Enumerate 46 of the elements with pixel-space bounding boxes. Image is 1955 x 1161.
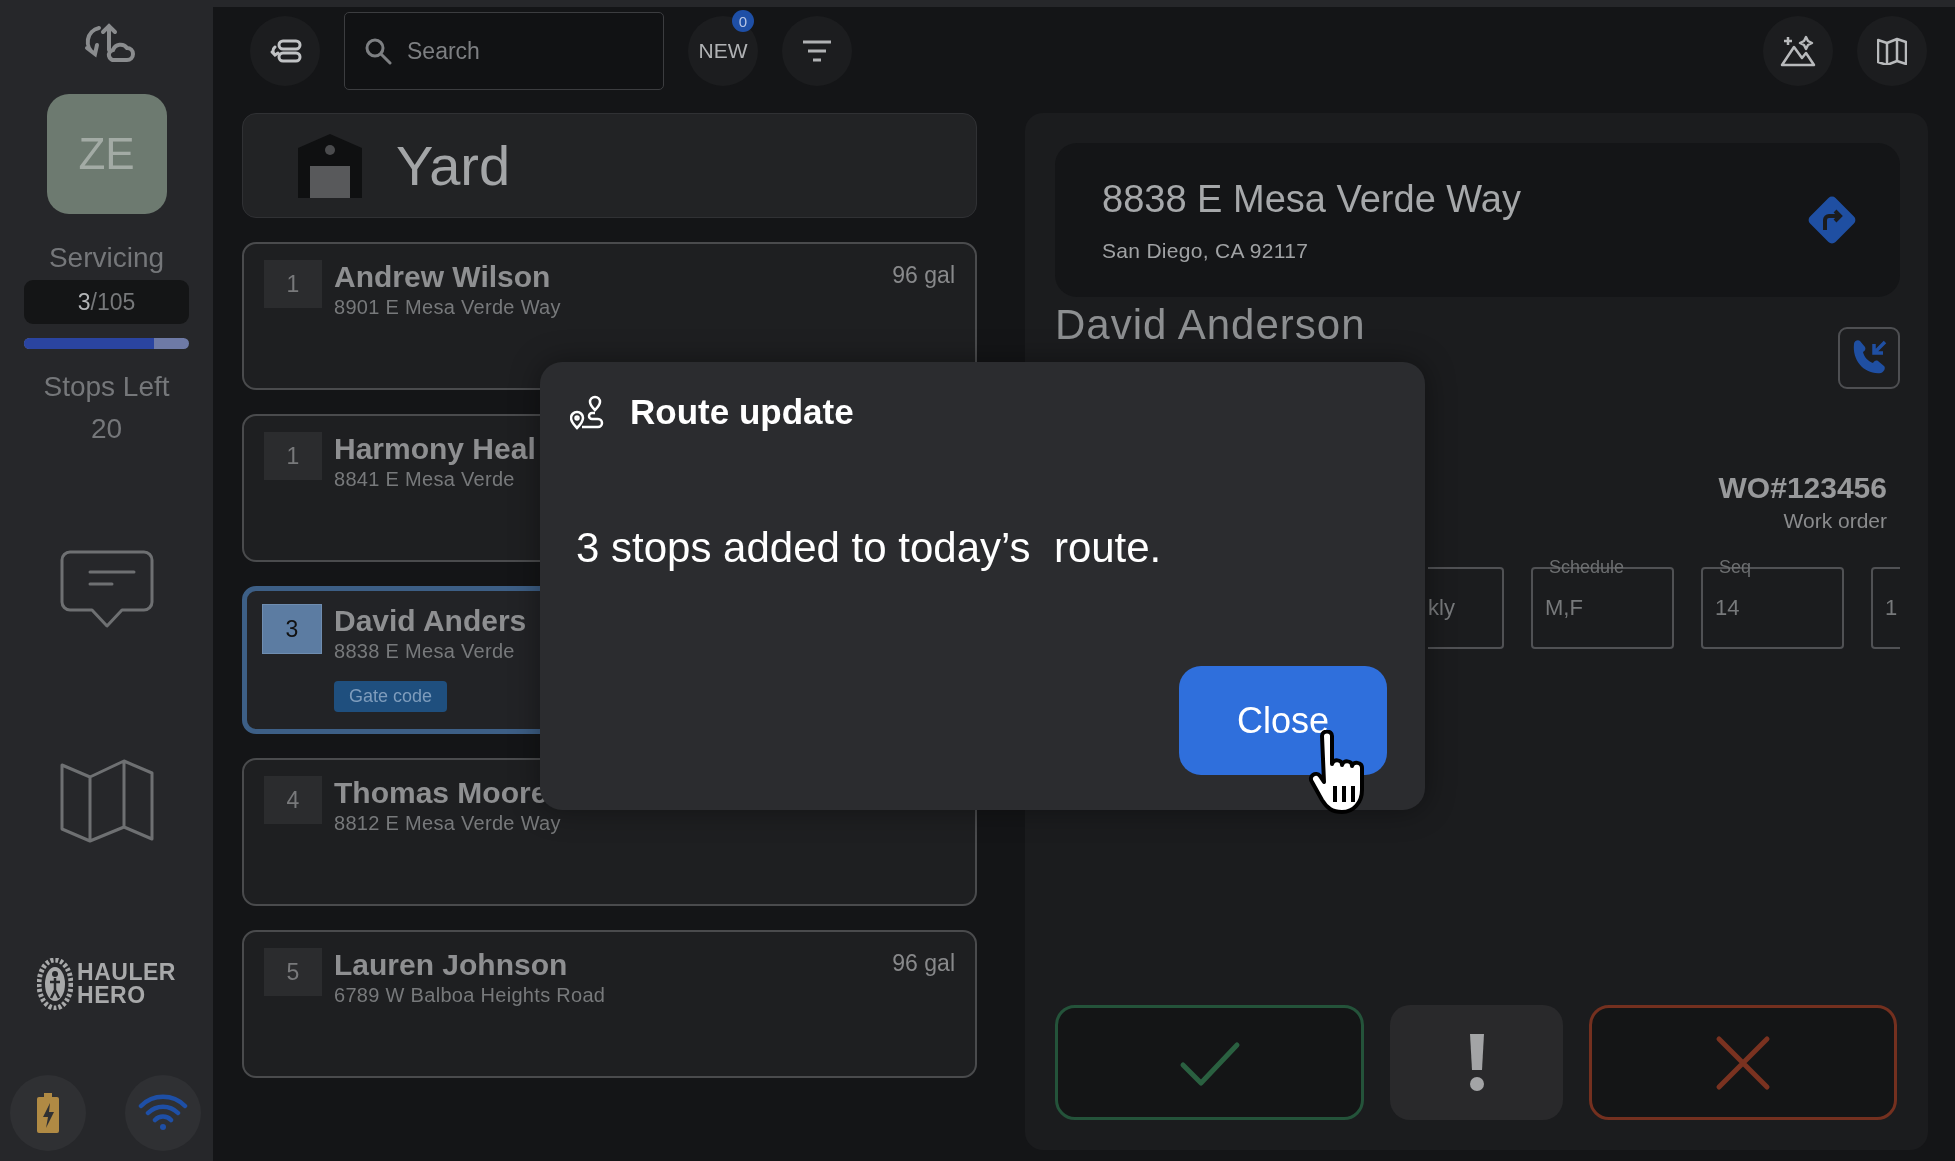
volume-label: 96 gal — [892, 262, 955, 290]
city-address: San Diego, CA 92117 — [1102, 238, 1310, 263]
dialog-message: 3 stops added to today’s route. — [575, 524, 1163, 572]
customer-name: David Anderson — [1055, 301, 1366, 349]
detail-field[interactable]: Schedule M,F — [1531, 555, 1674, 649]
stop-number: 5 — [264, 948, 322, 996]
logo: HAULER HERO — [37, 958, 176, 1010]
work-order-number: WO#123456 — [1718, 471, 1887, 505]
close-icon — [1715, 1034, 1771, 1091]
detail-field[interactable]: Seq 14 — [1701, 555, 1844, 649]
stop-address: 8841 E Mesa Verde — [334, 468, 515, 491]
customer-name: David Anders — [334, 604, 527, 638]
search-icon — [364, 37, 392, 65]
close-button[interactable]: Close — [1179, 666, 1387, 775]
gate-code-button[interactable]: Gate code — [334, 681, 448, 712]
stops-left-label: Stops Left — [43, 371, 170, 403]
servicing-label: Servicing — [48, 242, 165, 274]
stops-left-count: 20 — [90, 413, 123, 445]
customer-name: Harmony Heal — [334, 432, 536, 466]
route-icon — [570, 394, 606, 430]
street-address: 8838 E Mesa Verde Way — [1102, 177, 1522, 221]
yard-card[interactable]: Yard — [242, 113, 977, 218]
volume-label: 96 gal — [892, 950, 955, 978]
stop-number: 3 — [262, 604, 322, 654]
alert-button[interactable] — [1390, 1005, 1563, 1120]
customer-name: Thomas Moore — [334, 776, 548, 810]
stop-number: 1 — [264, 260, 322, 308]
filter-icon — [802, 40, 832, 62]
warehouse-icon — [298, 133, 362, 198]
yard-title: Yard — [396, 133, 511, 198]
detail-field[interactable]: kly — [1428, 555, 1504, 649]
stop-counter: 3/105 — [24, 280, 189, 324]
stop-address: 8901 E Mesa Verde Way — [334, 296, 561, 319]
search-field[interactable]: Search — [344, 12, 664, 90]
work-order-label: Work order — [1783, 509, 1887, 533]
stop-card[interactable]: 5 Lauren Johnson 6789 W Balboa Heights Road 96 gal — [242, 930, 977, 1078]
stop-number: 4 — [264, 776, 322, 824]
list-icon — [268, 39, 302, 63]
customer-name: Lauren Johnson — [334, 948, 568, 982]
dialog-title: Route update — [630, 392, 854, 432]
stop-address: 8812 E Mesa Verde Way — [334, 812, 561, 835]
count-badge: 0 — [732, 10, 754, 32]
stop-number: 1 — [264, 432, 322, 480]
stop-address: 6789 W Balboa Heights Road — [334, 984, 606, 1007]
customer-name: Andrew Wilson — [334, 260, 551, 294]
stop-address: 8838 E Mesa Verde — [334, 640, 515, 663]
